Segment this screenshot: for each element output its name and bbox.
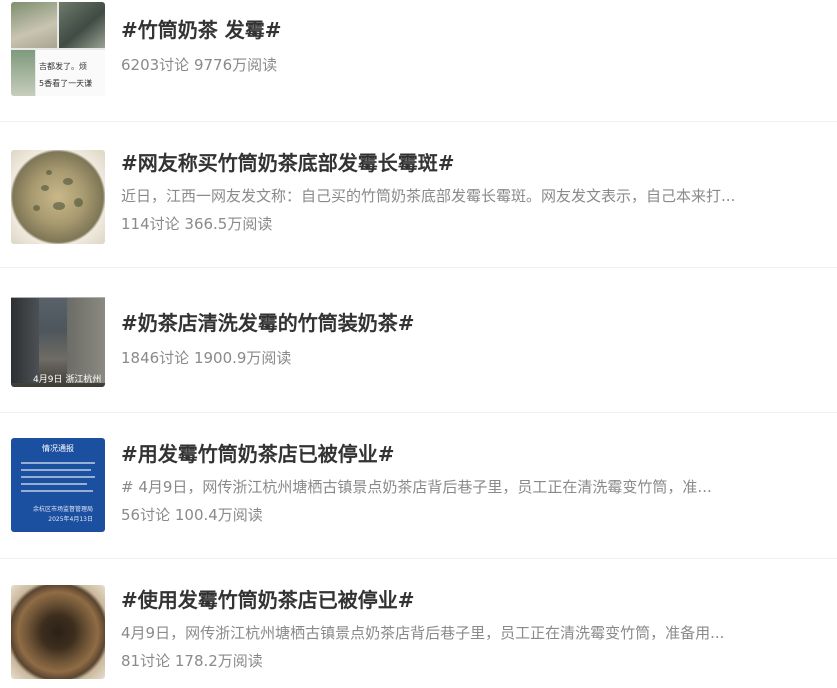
topic-title[interactable]: #奶茶店清洗发霉的竹筒装奶茶# <box>121 310 797 336</box>
topic-stats: 114讨论 366.5万阅读 <box>121 215 273 233</box>
thumb-caption: 情况通报 <box>42 444 74 453</box>
topic-stats: 56讨论 100.4万阅读 <box>121 506 263 524</box>
topic-title[interactable]: #网友称买竹筒奶茶底部发霉长霉斑# <box>121 150 797 176</box>
topic-stats: 6203讨论 9776万阅读 <box>121 56 278 74</box>
topic-description: 4月9日，网传浙江杭州塘栖古镇景点奶茶店背后巷子里，员工正在清洗霉变竹筒，准备用… <box>121 624 725 642</box>
topic-title[interactable]: #使用发霉竹筒奶茶店已被停业# <box>121 587 797 613</box>
topic-title[interactable]: #竹筒奶茶 发霉# <box>121 17 797 43</box>
moldy-cup-thumbnail[interactable] <box>11 150 105 244</box>
topic-item[interactable]: 情况通报 余杭区市场监督管理局 2025年4月13日 #用发霉竹筒奶茶店已被停业… <box>0 413 837 559</box>
collage-thumbnail[interactable]: 吉都发了。烦 5香看了一天谦 <box>11 2 105 96</box>
thumb-caption: 吉都发了。烦 <box>39 62 87 71</box>
topic-item[interactable]: #网友称买竹筒奶茶底部发霉长霉斑# 近日，江西一网友发文称：自己买的竹筒奶茶底部… <box>0 122 837 268</box>
alley-thumbnail[interactable]: 4月9日 浙江杭州 <box>11 293 105 387</box>
thumb-caption: 4月9日 浙江杭州 <box>33 375 102 385</box>
thumb-caption: 5香看了一天谦 <box>39 79 93 88</box>
topic-title[interactable]: #用发霉竹筒奶茶店已被停业# <box>121 441 797 467</box>
topic-item[interactable]: #使用发霉竹筒奶茶店已被停业# 4月9日，网传浙江杭州塘栖古镇景点奶茶店背后巷子… <box>0 559 837 688</box>
notice-thumbnail[interactable]: 情况通报 余杭区市场监督管理局 2025年4月13日 <box>11 438 105 532</box>
topic-description: # 4月9日，网传浙江杭州塘栖古镇景点奶茶店背后巷子里，员工正在清洗霉变竹筒，准… <box>121 478 712 496</box>
topic-description: 近日，江西一网友发文称：自己买的竹筒奶茶底部发霉长霉斑。网友发文表示，自己本来打… <box>121 187 736 205</box>
moldy-bamboo-thumbnail[interactable] <box>11 585 105 679</box>
thumb-caption: 余杭区市场监督管理局 <box>32 506 93 513</box>
thumb-caption: 2025年4月13日 <box>48 516 93 523</box>
topic-item[interactable]: 吉都发了。烦 5香看了一天谦 #竹筒奶茶 发霉# 6203讨论 9776万阅读 <box>0 0 837 122</box>
topic-stats: 1846讨论 1900.9万阅读 <box>121 349 292 367</box>
topic-item[interactable]: 4月9日 浙江杭州 #奶茶店清洗发霉的竹筒装奶茶# 1846讨论 1900.9万… <box>0 268 837 413</box>
topic-stats: 81讨论 178.2万阅读 <box>121 652 263 670</box>
topic-list: 吉都发了。烦 5香看了一天谦 #竹筒奶茶 发霉# 6203讨论 9776万阅读 … <box>0 0 837 688</box>
